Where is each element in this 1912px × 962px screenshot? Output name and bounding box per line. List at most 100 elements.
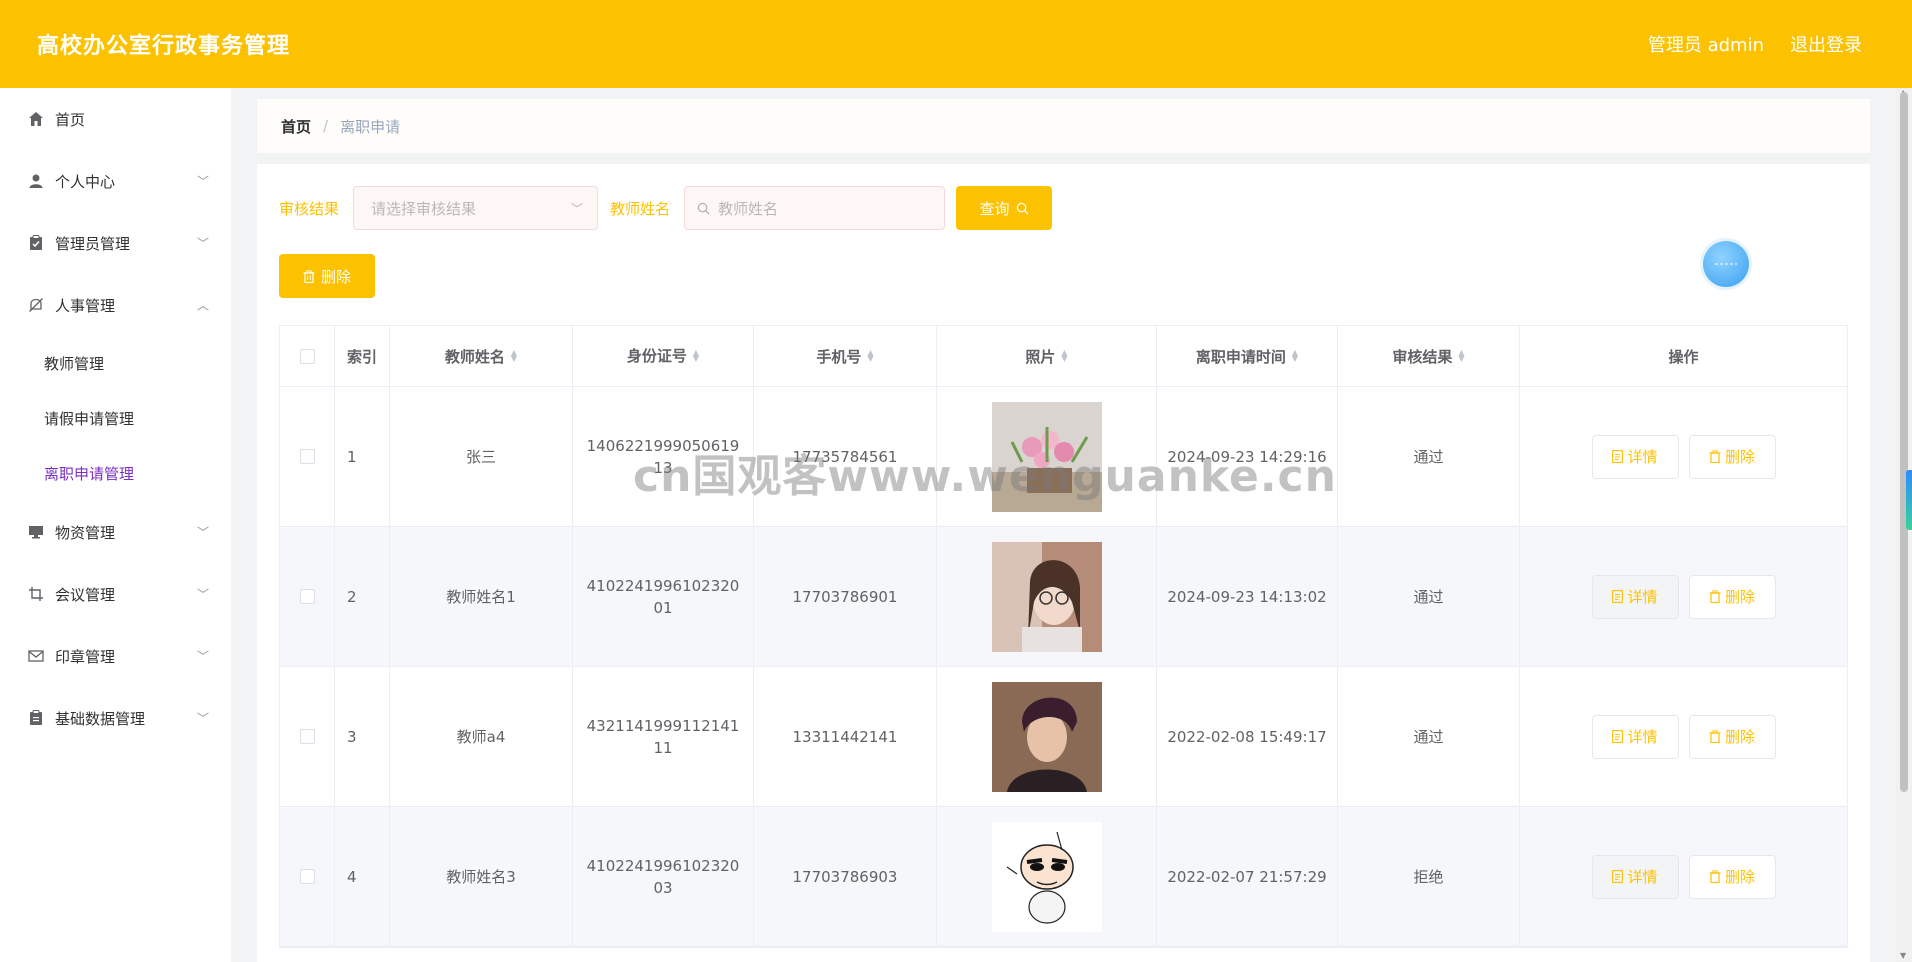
sidebar-item-label: 物资管理 <box>55 523 116 542</box>
col-teacher-name[interactable]: 教师姓名 ▲ ▼ <box>390 326 573 386</box>
col-phone[interactable]: 手机号 ▲ ▼ <box>754 326 937 386</box>
breadcrumb-home[interactable]: 首页 <box>281 116 311 137</box>
detail-button-label: 详情 <box>1627 449 1658 466</box>
detail-button-label: 详情 <box>1627 729 1658 746</box>
trash-icon <box>1709 450 1721 463</box>
logout-link[interactable]: 退出登录 <box>1790 31 1862 57</box>
batch-delete-button[interactable]: 删除 <box>279 254 375 298</box>
site-watermark: cn国观客www.wenguanke.cn <box>633 451 1337 502</box>
sidebar-item-material[interactable]: 物资管理 ﹀ <box>0 501 231 563</box>
cell-resign-time: 2024-09-23 14:13:02 <box>1157 527 1338 666</box>
sidebar-item-label: 人事管理 <box>55 296 116 315</box>
sidebar-item-hr[interactable]: 人事管理 ︿ <box>0 274 231 336</box>
sidebar-item-meeting[interactable]: 会议管理 ﹀ <box>0 563 231 625</box>
select-all-checkbox[interactable] <box>299 348 315 364</box>
col-actions: 操作 <box>1668 347 1699 366</box>
breadcrumb-separator: / <box>323 117 329 135</box>
row-checkbox-cell <box>280 387 335 526</box>
delete-button[interactable]: 删除 <box>1688 854 1776 899</box>
delete-button-label: 删除 <box>1724 729 1755 746</box>
col-resign-time[interactable]: 离职申请时间 ▲ ▼ <box>1157 326 1338 386</box>
col-label: 照片 <box>1025 347 1056 366</box>
name-search-placeholder: 教师姓名 <box>718 199 779 218</box>
detail-button[interactable]: 详情 <box>1591 574 1679 619</box>
sidebar-item-personal[interactable]: 个人中心 ﹀ <box>0 150 231 212</box>
home-icon <box>27 110 45 128</box>
cell-photo <box>937 807 1157 946</box>
breadcrumb-current: 离职申请 <box>340 117 401 136</box>
trash-icon <box>1709 870 1721 883</box>
cell-review-result: 通过 <box>1338 387 1520 526</box>
trash-icon <box>1709 590 1721 603</box>
name-filter-label: 教师姓名 <box>610 199 671 218</box>
sort-icon[interactable]: ▲ ▼ <box>1061 349 1067 363</box>
content-panel: 审核结果 请选择审核结果 ﹀ 教师姓名 教师姓名 查询 删除 索引 教师姓名 ▲… <box>257 164 1870 962</box>
row-checkbox-cell <box>280 807 335 946</box>
floating-assistant-button[interactable] <box>1703 241 1749 287</box>
col-index: 索引 <box>335 326 390 386</box>
delete-button-label: 删除 <box>1724 449 1755 466</box>
detail-button[interactable]: 详情 <box>1591 854 1679 899</box>
sidebar-subitem-leave[interactable]: 请假申请管理 <box>0 391 231 446</box>
result-filter-placeholder: 请选择审核结果 <box>371 199 477 218</box>
chevron-up-icon: ︿ <box>196 298 209 313</box>
chevron-down-icon: ﹀ <box>196 525 209 540</box>
delete-button[interactable]: 删除 <box>1688 714 1776 759</box>
chevron-down-icon: ﹀ <box>196 649 209 664</box>
row-checkbox[interactable] <box>299 729 315 744</box>
sidebar-subitem-teacher[interactable]: 教师管理 <box>0 336 231 391</box>
result-filter-select[interactable]: 请选择审核结果 ﹀ <box>353 186 599 230</box>
detail-button[interactable]: 详情 <box>1591 714 1679 759</box>
sort-icon[interactable]: ▲ ▼ <box>1458 349 1464 363</box>
sidebar-item-seal[interactable]: 印章管理 ﹀ <box>0 625 231 687</box>
sidebar-subitem-resign[interactable]: 离职申请管理 <box>0 446 231 501</box>
cell-actions: 详情 删除 <box>1520 527 1847 666</box>
sidebar-item-basic-data[interactable]: 基础数据管理 ﹀ <box>0 687 231 749</box>
row-checkbox[interactable] <box>299 589 315 604</box>
delete-button[interactable]: 删除 <box>1688 434 1776 479</box>
detail-button[interactable]: 详情 <box>1591 434 1679 479</box>
result-filter-label: 审核结果 <box>279 199 340 218</box>
sort-icon[interactable]: ▲ ▼ <box>1292 349 1298 363</box>
resignation-table: 索引 教师姓名 ▲ ▼ 身份证号 ▲ ▼ 手机号 ▲ ▼ 照片 ▲ ▼ 离职申请时间 ▲ ▼ 审核结… <box>279 325 1848 948</box>
cell-teacher-name: 教师姓名1 <box>390 527 573 666</box>
scrollbar-thumb[interactable] <box>1900 92 1908 792</box>
col-label: 审核结果 <box>1392 347 1453 366</box>
side-float-tab[interactable] <box>1906 470 1912 530</box>
detail-button-label: 详情 <box>1627 589 1658 606</box>
row-checkbox-cell <box>280 527 335 666</box>
cell-id-card: 432114199911214111 <box>573 667 754 806</box>
cell-review-result: 拒绝 <box>1338 807 1520 946</box>
sidebar-item-home[interactable]: 首页 <box>0 88 231 150</box>
col-id-card[interactable]: 身份证号 ▲ ▼ <box>573 326 754 386</box>
trash-icon <box>303 269 315 283</box>
col-label: 身份证号 <box>626 347 687 365</box>
sort-icon[interactable]: ▲ ▼ <box>867 349 873 363</box>
delete-button-label: 删除 <box>1724 589 1755 606</box>
sidebar-item-admin[interactable]: 管理员管理 ﹀ <box>0 212 231 274</box>
query-button[interactable]: 查询 <box>956 186 1053 230</box>
scroll-down-arrow-icon[interactable]: ▼ <box>1900 951 1906 960</box>
row-checkbox[interactable] <box>299 449 315 464</box>
main-content: 首页 / 离职申请 审核结果 请选择审核结果 ﹀ 教师姓名 教师姓名 查询 删除… <box>257 99 1870 962</box>
header-actions: 管理员 admin 退出登录 <box>1648 31 1862 57</box>
teacher-photo-man[interactable] <box>991 681 1102 792</box>
delete-button[interactable]: 删除 <box>1688 574 1776 619</box>
table-row: 4 教师姓名3 410224199610232003 17703786903 2… <box>280 807 1847 947</box>
query-button-label: 查询 <box>979 200 1010 218</box>
cell-id-card: 410224199610232001 <box>573 527 754 666</box>
col-review-result[interactable]: 审核结果 ▲ ▼ <box>1338 326 1520 386</box>
delete-button-label: 删除 <box>1724 869 1755 886</box>
sort-icon[interactable]: ▲ ▼ <box>511 349 517 363</box>
document-icon <box>1612 450 1624 463</box>
monitor-icon <box>27 523 45 541</box>
row-checkbox[interactable] <box>299 869 315 884</box>
col-label: 离职申请时间 <box>1195 347 1286 366</box>
name-search-input[interactable]: 教师姓名 <box>684 186 946 230</box>
cell-actions: 详情 删除 <box>1520 387 1847 526</box>
col-photo[interactable]: 照片 ▲ ▼ <box>937 326 1157 386</box>
teacher-photo-cartoon[interactable] <box>991 821 1102 932</box>
teacher-photo-girl[interactable] <box>991 541 1102 652</box>
document-icon <box>1612 870 1624 883</box>
sort-icon[interactable]: ▲ ▼ <box>693 349 699 363</box>
